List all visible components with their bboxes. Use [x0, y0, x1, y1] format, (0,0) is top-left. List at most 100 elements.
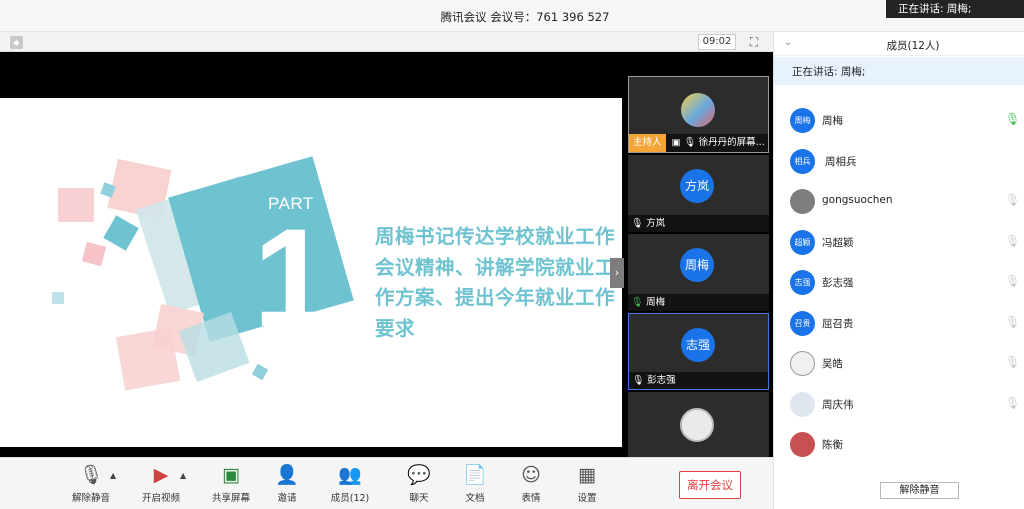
video-tile[interactable]: [628, 392, 769, 457]
start-video-button[interactable]: ▶ 开启视频 ▲: [133, 463, 189, 504]
settings-label: 设置: [577, 493, 597, 504]
member-name: 冯超颖: [822, 237, 854, 249]
share-screen-button[interactable]: ▣ 共享屏幕: [203, 463, 259, 504]
fullscreen-icon[interactable]: ⛶: [747, 35, 761, 49]
member-row[interactable]: 周庆伟 🎙: [774, 385, 1024, 425]
settings-button[interactable]: ▦ 设置: [559, 463, 615, 504]
tile-avatar: 志强: [681, 328, 715, 362]
member-avatar: 志强: [790, 270, 815, 295]
leave-meeting-button[interactable]: 离开会议: [679, 471, 741, 499]
meeting-toolbar: 🎙 解除静音 ▲ ▶ 开启视频 ▲ ▣ 共享屏幕 👤 邀请 👥 成员(12) 💬…: [0, 457, 773, 509]
member-avatar: [790, 189, 815, 214]
unmute-label: 解除静音: [71, 493, 110, 504]
mic-on-icon: 🎙: [631, 297, 644, 308]
chat-button[interactable]: 💬 聊天: [391, 463, 447, 504]
add-user-icon: 👤: [275, 464, 299, 486]
shield-icon[interactable]: ◆: [10, 36, 23, 49]
member-row[interactable]: 超颖 冯超颖 🎙: [774, 223, 1024, 263]
chevron-up-icon[interactable]: ▲: [110, 471, 116, 480]
member-name: 吴皓: [822, 358, 843, 370]
member-row[interactable]: 相兵 周相兵: [774, 142, 1024, 182]
member-row[interactable]: 周梅 周梅 🎙: [774, 101, 1024, 141]
mic-on-icon[interactable]: 🎙: [1005, 112, 1020, 126]
tile-caption: 主持人 ▣ 🎙 徐丹丹的屏幕...: [629, 134, 768, 152]
member-avatar: [790, 351, 815, 376]
video-tile[interactable]: 周梅 🎙 周梅: [628, 234, 769, 311]
tile-avatar: 方岚: [680, 169, 714, 203]
members-icon: 👥: [338, 464, 362, 486]
collapse-panel-arrow-icon[interactable]: ›: [610, 258, 624, 288]
tile-label: 彭志强: [647, 375, 676, 386]
slide-title-text: 周梅书记传达学校就业工作会议精神、讲解学院就业工作方案、提出今年就业工作要求: [375, 225, 616, 340]
meeting-timer: 09:02: [698, 34, 736, 50]
mic-muted-icon[interactable]: 🎙: [1005, 396, 1020, 410]
member-avatar: [790, 432, 815, 457]
video-tile-screen-share[interactable]: 主持人 ▣ 🎙 徐丹丹的屏幕...: [628, 76, 769, 153]
tile-label: 周梅: [646, 297, 666, 308]
slide-decor-square: [58, 188, 94, 222]
emoji-button[interactable]: ☺ 表情: [503, 463, 559, 504]
settings-grid-icon: ▦: [578, 464, 596, 486]
member-row[interactable]: 召贵 屈召贵 🎙: [774, 304, 1024, 344]
tile-label: 方岚: [646, 218, 666, 229]
shared-slide: PART 1 周梅书记传达学校就业工作会议精神、讲解学院就业工作方案、提出今年就…: [0, 98, 622, 447]
mic-muted-icon: 🎙: [78, 464, 104, 486]
screen-share-icon: ▣: [671, 137, 681, 148]
mic-muted-icon[interactable]: 🎙: [1005, 234, 1020, 248]
members-panel-title: 成员(12人): [886, 40, 940, 52]
slide-decor-square: [52, 292, 64, 304]
chat-icon: 💬: [407, 464, 431, 486]
document-icon: 📄: [463, 464, 487, 486]
member-avatar: 超颖: [790, 230, 815, 255]
mic-muted-icon[interactable]: 🎙: [1005, 355, 1020, 369]
members-panel-header: ⌄ 成员(12人): [774, 32, 1024, 56]
tile-caption: 🎙 方岚: [628, 215, 769, 232]
member-avatar: 相兵: [790, 149, 815, 174]
unmute-all-button[interactable]: 解除静音: [880, 482, 959, 499]
mic-muted-icon[interactable]: 🎙: [1005, 315, 1020, 329]
members-label: 成员(12): [330, 493, 370, 504]
slide-decor-square: [81, 241, 107, 267]
speaking-toast: 正在讲话: 周梅;: [886, 0, 1024, 18]
member-avatar: 周梅: [790, 108, 815, 133]
member-name: 屈召贵: [822, 318, 854, 330]
emoji-label: 表情: [521, 493, 541, 504]
video-tile[interactable]: 志强 🎙 彭志强: [628, 313, 769, 390]
invite-button[interactable]: 👤 邀请: [259, 463, 315, 504]
tile-label: 徐丹丹的屏幕...: [698, 137, 765, 148]
mic-icon: 🎙: [683, 137, 696, 148]
video-off-icon: ▶: [153, 464, 169, 486]
member-name: 周相兵: [825, 156, 857, 168]
tile-avatar: [681, 93, 715, 127]
speaking-indicator: 正在讲话: 周梅;: [774, 57, 1024, 85]
mic-muted-icon: 🎙: [631, 218, 644, 229]
tile-avatar: [680, 408, 714, 442]
members-button[interactable]: 👥 成员(12): [322, 463, 378, 504]
chat-label: 聊天: [409, 493, 429, 504]
share-screen-icon: ▣: [222, 464, 240, 486]
tile-caption: 🎙 周梅: [628, 294, 769, 311]
docs-button[interactable]: 📄 文档: [447, 463, 503, 504]
member-avatar: 召贵: [790, 311, 815, 336]
slide-decor-square: [103, 215, 139, 251]
member-name: gongsuochen: [822, 194, 893, 206]
video-top-bar: ◆ 09:02 ⛶: [0, 32, 773, 52]
member-name: 彭志强: [822, 277, 854, 289]
mic-muted-icon[interactable]: 🎙: [1005, 274, 1020, 288]
chevron-up-icon[interactable]: ▲: [180, 471, 186, 480]
mic-muted-icon: 🎙: [632, 375, 645, 386]
member-row[interactable]: gongsuochen 🎙: [774, 182, 1024, 222]
mic-muted-icon[interactable]: 🎙: [1005, 193, 1020, 207]
slide-decor-square: [115, 327, 181, 391]
tile-caption: 🎙 彭志强: [629, 372, 768, 389]
share-screen-label: 共享屏幕: [211, 493, 250, 504]
tile-avatar: 周梅: [680, 248, 714, 282]
unmute-button[interactable]: 🎙 解除静音 ▲: [63, 463, 119, 504]
member-avatar: [790, 392, 815, 417]
video-tile[interactable]: 方岚 🎙 方岚: [628, 155, 769, 232]
member-row[interactable]: 吴皓 🎙: [774, 344, 1024, 384]
member-row[interactable]: 陈衡: [774, 425, 1024, 465]
members-panel: ⌄ 成员(12人) 正在讲话: 周梅; 周梅 周梅 🎙 相兵 周相兵 gongs…: [773, 32, 1024, 509]
member-row[interactable]: 志强 彭志强 🎙: [774, 263, 1024, 303]
slide-decor-square: [251, 363, 269, 381]
